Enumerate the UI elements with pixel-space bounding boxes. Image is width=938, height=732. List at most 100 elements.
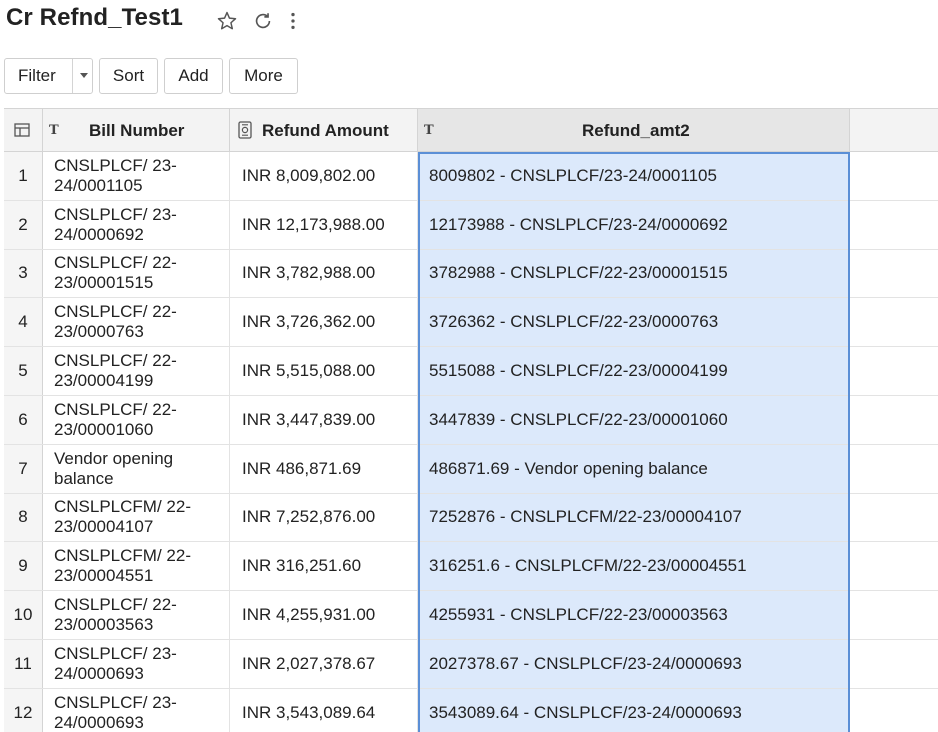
row-number[interactable]: 9 bbox=[4, 542, 43, 591]
table-row[interactable]: 10 CNSLPLCF/ 22-23/00003563 INR 4,255,931.… bbox=[4, 591, 938, 640]
table-header: T Bill Number Refund Amount T Refund_amt… bbox=[4, 108, 938, 152]
add-button[interactable]: Add bbox=[164, 58, 223, 94]
refund-amount-cell[interactable]: INR 3,726,362.00 bbox=[230, 298, 418, 347]
bill-number-text: CNSLPLCF/ 22-23/00001060 bbox=[54, 399, 177, 439]
bill-number-cell[interactable]: CNSLPLCFM/ 22-23/00004551 bbox=[43, 542, 230, 591]
empty-cell bbox=[850, 201, 938, 249]
empty-cell bbox=[850, 689, 938, 732]
filter-dropdown-icon[interactable] bbox=[80, 73, 88, 78]
refund-amt2-cell[interactable]: 316251.6 - CNSLPLCFM/22-23/00004551 bbox=[418, 542, 850, 591]
row-number[interactable]: 8 bbox=[4, 493, 43, 542]
star-icon[interactable] bbox=[216, 10, 238, 32]
empty-cell bbox=[850, 250, 938, 298]
bill-number-cell[interactable]: CNSLPLCF/ 22-23/00001060 bbox=[43, 395, 230, 444]
row-number[interactable]: 6 bbox=[4, 395, 43, 444]
refund-amount-cell[interactable]: INR 8,009,802.00 bbox=[230, 152, 418, 200]
column-label: Bill Number bbox=[89, 121, 185, 140]
filter-button[interactable]: Filter bbox=[4, 58, 93, 94]
text-type-icon: T bbox=[424, 123, 434, 138]
bill-number-text: CNSLPLCF/ 23-24/0000692 bbox=[54, 204, 177, 244]
table-body: 1 CNSLPLCF/ 23-24/0001105 INR 8,009,802.00… bbox=[4, 152, 938, 732]
table-row[interactable]: 3 CNSLPLCF/ 22-23/00001515 INR 3,782,988.0… bbox=[4, 249, 938, 299]
bill-number-cell[interactable]: CNSLPLCF/ 22-23/0000763 bbox=[43, 298, 230, 347]
refund-amount-cell[interactable]: INR 5,515,088.00 bbox=[230, 347, 418, 395]
empty-cell bbox=[850, 298, 938, 346]
refund-amt2-cell[interactable]: 3543089.64 - CNSLPLCF/23-24/0000693 bbox=[418, 688, 850, 732]
column-header-bill-number[interactable]: T Bill Number bbox=[43, 109, 230, 151]
data-grid: T Bill Number Refund Amount T Refund_amt… bbox=[4, 108, 938, 732]
bill-number-cell[interactable]: CNSLPLCF/ 23-24/0000693 bbox=[43, 688, 230, 732]
row-number[interactable]: 2 bbox=[4, 200, 43, 249]
bill-number-text: CNSLPLCF/ 23-24/0001105 bbox=[54, 155, 177, 195]
sort-button[interactable]: Sort bbox=[99, 58, 158, 94]
refund-amt2-cell[interactable]: 5515088 - CNSLPLCF/22-23/00004199 bbox=[418, 347, 850, 395]
refund-amount-cell[interactable]: INR 316,251.60 bbox=[230, 542, 418, 591]
bill-number-text: CNSLPLCFM/ 22-23/00004551 bbox=[54, 546, 191, 586]
table-row[interactable]: 12 CNSLPLCF/ 23-24/0000693 INR 3,543,089.6… bbox=[4, 688, 938, 732]
bill-number-cell[interactable]: CNSLPLCF/ 23-24/0000693 bbox=[43, 639, 230, 688]
currency-icon bbox=[238, 121, 252, 139]
row-number[interactable]: 1 bbox=[4, 152, 43, 200]
refund-amount-cell[interactable]: INR 486,871.69 bbox=[230, 444, 418, 493]
empty-header-area bbox=[850, 109, 938, 151]
bill-number-text: CNSLPLCF/ 22-23/0000763 bbox=[54, 302, 177, 342]
table-row[interactable]: 6 CNSLPLCF/ 22-23/00001060 INR 3,447,839.0… bbox=[4, 395, 938, 445]
bill-number-cell[interactable]: CNSLPLCF/ 22-23/00004199 bbox=[43, 347, 230, 395]
empty-cell bbox=[850, 347, 938, 395]
empty-cell bbox=[850, 445, 938, 493]
empty-cell bbox=[850, 152, 938, 200]
column-header-refund-amt2[interactable]: T Refund_amt2 bbox=[418, 109, 850, 151]
more-button[interactable]: More bbox=[229, 58, 298, 94]
table-row[interactable]: 7 Vendor opening balance INR 486,871.69 486… bbox=[4, 444, 938, 494]
bill-number-cell[interactable]: CNSLPLCF/ 22-23/00003563 bbox=[43, 591, 230, 639]
refund-amt2-cell[interactable]: 2027378.67 - CNSLPLCF/23-24/0000693 bbox=[418, 639, 850, 688]
column-header-refund-amount[interactable]: Refund Amount bbox=[230, 109, 418, 151]
bill-number-cell[interactable]: CNSLPLCF/ 23-24/0000692 bbox=[43, 200, 230, 249]
row-number[interactable]: 12 bbox=[4, 688, 43, 732]
empty-cell bbox=[850, 396, 938, 444]
bill-number-cell[interactable]: CNSLPLCF/ 23-24/0001105 bbox=[43, 152, 230, 200]
row-number[interactable]: 4 bbox=[4, 298, 43, 347]
row-number[interactable]: 10 bbox=[4, 591, 43, 639]
table-row[interactable]: 11 CNSLPLCF/ 23-24/0000693 INR 2,027,378.6… bbox=[4, 639, 938, 689]
row-number[interactable]: 5 bbox=[4, 347, 43, 395]
bill-number-text: CNSLPLCF/ 23-24/0000693 bbox=[54, 692, 177, 732]
refund-amt2-cell[interactable]: 3782988 - CNSLPLCF/22-23/00001515 bbox=[418, 249, 850, 298]
refund-amount-cell[interactable]: INR 12,173,988.00 bbox=[230, 200, 418, 249]
refund-amount-cell[interactable]: INR 2,027,378.67 bbox=[230, 639, 418, 688]
refund-amt2-cell[interactable]: 3726362 - CNSLPLCF/22-23/0000763 bbox=[418, 298, 850, 347]
bill-number-cell[interactable]: CNSLPLCFM/ 22-23/00004107 bbox=[43, 493, 230, 542]
toolbar: Filter Sort Add More bbox=[0, 58, 938, 96]
more-vertical-icon[interactable] bbox=[282, 10, 304, 32]
refund-amt2-cell[interactable]: 7252876 - CNSLPLCFM/22-23/00004107 bbox=[418, 493, 850, 542]
refund-amount-cell[interactable]: INR 4,255,931.00 bbox=[230, 591, 418, 639]
row-number[interactable]: 7 bbox=[4, 444, 43, 493]
bill-number-cell[interactable]: Vendor opening balance bbox=[43, 444, 230, 493]
table-row[interactable]: 2 CNSLPLCF/ 23-24/0000692 INR 12,173,988.0… bbox=[4, 200, 938, 250]
bill-number-text: CNSLPLCF/ 22-23/00004199 bbox=[54, 351, 177, 391]
empty-cell bbox=[850, 640, 938, 688]
refund-amt2-cell[interactable]: 8009802 - CNSLPLCF/23-24/0001105 bbox=[418, 152, 850, 200]
row-number[interactable]: 3 bbox=[4, 249, 43, 298]
refund-amount-cell[interactable]: INR 3,447,839.00 bbox=[230, 395, 418, 444]
refund-amount-cell[interactable]: INR 7,252,876.00 bbox=[230, 493, 418, 542]
refund-amount-cell[interactable]: INR 3,543,089.64 bbox=[230, 688, 418, 732]
bill-number-cell[interactable]: CNSLPLCF/ 22-23/00001515 bbox=[43, 249, 230, 298]
refund-amt2-cell[interactable]: 4255931 - CNSLPLCF/22-23/00003563 bbox=[418, 591, 850, 639]
refresh-icon[interactable] bbox=[252, 10, 274, 32]
row-number[interactable]: 11 bbox=[4, 639, 43, 688]
table-row[interactable]: 8 CNSLPLCFM/ 22-23/00004107 INR 7,252,876.… bbox=[4, 493, 938, 543]
refund-amt2-cell[interactable]: 486871.69 - Vendor opening balance bbox=[418, 444, 850, 493]
table-row[interactable]: 1 CNSLPLCF/ 23-24/0001105 INR 8,009,802.00… bbox=[4, 152, 938, 201]
refund-amt2-cell[interactable]: 12173988 - CNSLPLCF/23-24/0000692 bbox=[418, 200, 850, 249]
bill-number-text: CNSLPLCF/ 22-23/00001515 bbox=[54, 253, 177, 293]
select-all-header[interactable] bbox=[4, 109, 43, 151]
refund-amount-cell[interactable]: INR 3,782,988.00 bbox=[230, 249, 418, 298]
refund-amt2-cell[interactable]: 3447839 - CNSLPLCF/22-23/00001060 bbox=[418, 395, 850, 444]
empty-cell bbox=[850, 542, 938, 590]
table-row[interactable]: 5 CNSLPLCF/ 22-23/00004199 INR 5,515,088.0… bbox=[4, 347, 938, 396]
view-title-bar: Cr Refnd_Test1 bbox=[0, 0, 938, 46]
bill-number-text: CNSLPLCF/ 23-24/0000693 bbox=[54, 643, 177, 683]
table-row[interactable]: 4 CNSLPLCF/ 22-23/0000763 INR 3,726,362.00… bbox=[4, 298, 938, 348]
table-row[interactable]: 9 CNSLPLCFM/ 22-23/00004551 INR 316,251.60… bbox=[4, 542, 938, 592]
